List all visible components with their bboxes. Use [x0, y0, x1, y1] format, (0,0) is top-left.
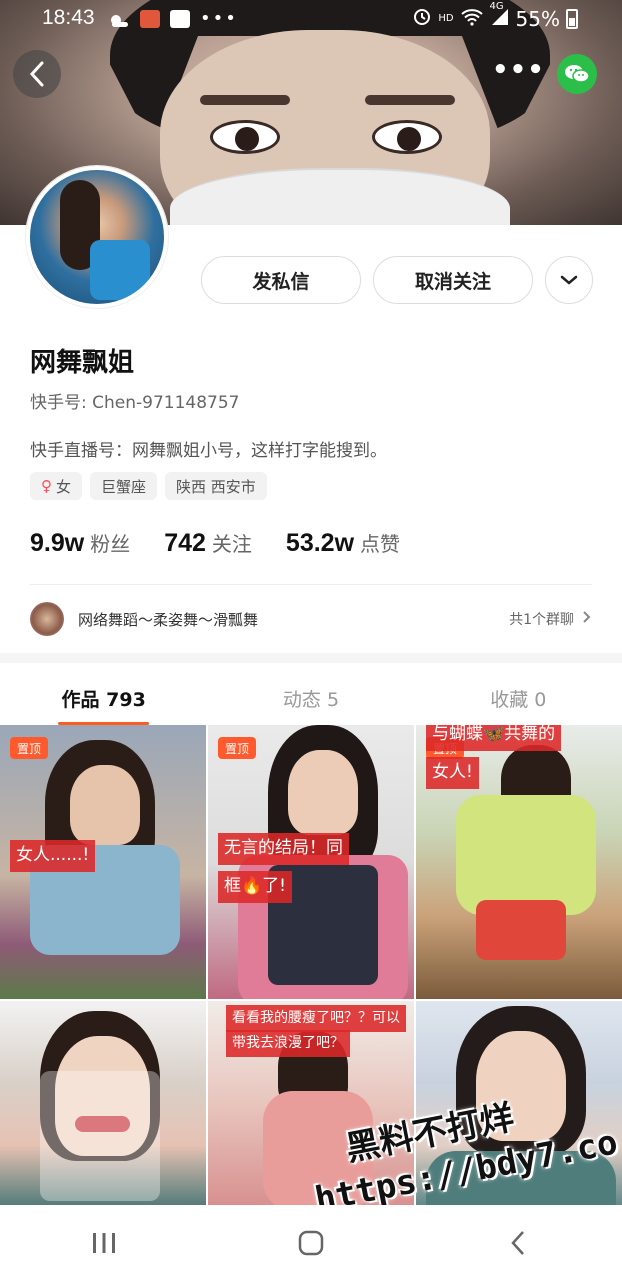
pinned-badge: 置顶	[10, 737, 49, 759]
system-back-button[interactable]	[488, 1218, 548, 1268]
status-time: 18:43	[42, 6, 95, 29]
status-bar: 18:43 ••• HD 4G 55%	[0, 0, 622, 38]
fans-count: 9.9w	[30, 529, 85, 557]
wifi-icon	[460, 7, 484, 31]
profile-tags: ♀ 女 巨蟹座 陕西 西安市	[30, 472, 267, 500]
profile-stats: 9.9w 粉丝 742 关注 53.2w 点赞	[30, 528, 400, 558]
tab-moments[interactable]: 动态 5	[207, 663, 414, 725]
section-divider	[0, 653, 622, 663]
gender-label: 女	[56, 477, 72, 496]
home-button[interactable]	[281, 1218, 341, 1268]
message-icon	[170, 9, 190, 28]
group-chat-row[interactable]: 网络舞蹈～柔姿舞～滑瓢舞 共1个群聊	[30, 600, 592, 638]
tab-works[interactable]: 作品 793	[0, 663, 207, 725]
group-title: 网络舞蹈～柔姿舞～滑瓢舞	[78, 610, 259, 629]
weather-icon	[108, 10, 130, 28]
hd-indicator: HD	[438, 13, 454, 24]
expand-recommendations-button[interactable]	[545, 256, 593, 304]
divider	[30, 584, 592, 585]
system-navigation-bar	[0, 1205, 622, 1280]
chevron-right-icon	[582, 610, 592, 628]
following-stat[interactable]: 742 关注	[164, 528, 252, 558]
video-thumbnail[interactable]: 置顶 与蝴蝶🦋共舞的 女人!	[416, 725, 622, 999]
video-caption-line2: 带我去浪漫了吧？	[226, 1030, 350, 1057]
alarm-icon	[412, 6, 432, 31]
more-options-button[interactable]: •••	[492, 57, 544, 88]
back-button[interactable]	[13, 50, 61, 98]
profile-name: 网舞飘姐	[30, 348, 135, 378]
video-caption-line1: 与蝴蝶🦋共舞的	[426, 725, 562, 751]
chevron-left-icon	[511, 1230, 525, 1255]
send-message-button[interactable]: 发私信	[201, 256, 361, 304]
video-caption: 女人......!	[10, 840, 96, 872]
wechat-icon	[565, 65, 590, 83]
profile-tabs: 作品 793 动态 5 收藏 0	[0, 663, 622, 725]
profile-bio: 快手直播号：网舞飘姐小号，这样打字能搜到。	[30, 441, 387, 461]
likes-count: 53.2w	[285, 529, 355, 557]
following-count: 742	[164, 529, 206, 557]
video-thumbnail[interactable]: 置顶 女人......!	[0, 725, 206, 999]
recent-apps-icon	[92, 1232, 115, 1253]
wechat-share-button[interactable]	[557, 54, 597, 94]
likes-stat: 53.2w 点赞	[286, 528, 400, 558]
group-avatar	[30, 602, 64, 636]
kuaishou-id: 快手号: Chen-971148757	[30, 393, 240, 413]
chevron-left-icon	[29, 61, 44, 87]
signal-icon: 4G	[490, 1, 510, 31]
group-count: 共1个群聊	[509, 612, 574, 628]
video-caption-line1: 无言的结局！同	[218, 833, 349, 865]
more-notifications-icon: •••	[200, 8, 238, 29]
location-tag: 陕西 西安市	[165, 472, 267, 500]
fans-stat[interactable]: 9.9w 粉丝	[30, 528, 130, 558]
following-label: 关注	[211, 532, 252, 556]
female-icon: ♀	[41, 477, 52, 495]
tab-favorites[interactable]: 收藏 0	[415, 663, 622, 725]
likes-label: 点赞	[360, 532, 401, 556]
battery-percent: 55%	[515, 6, 560, 31]
video-caption-line1: 看看我的腰瘦了吧？？可以	[226, 1005, 406, 1032]
home-icon	[298, 1230, 324, 1255]
zodiac-tag: 巨蟹座	[90, 472, 158, 500]
recent-apps-button[interactable]	[74, 1218, 134, 1268]
app-notification-icon	[140, 9, 160, 28]
video-thumbnail[interactable]	[0, 1001, 206, 1207]
chevron-down-icon	[560, 275, 578, 285]
video-caption-line2: 框🔥了!	[218, 871, 292, 903]
video-caption-line2: 女人!	[426, 757, 479, 789]
battery-icon	[566, 8, 578, 29]
avatar[interactable]	[26, 166, 168, 308]
video-thumbnail[interactable]: 置顶 无言的结局！同 框🔥了!	[208, 725, 414, 999]
pinned-badge: 置顶	[218, 737, 257, 759]
fans-label: 粉丝	[90, 532, 131, 556]
gender-tag: ♀ 女	[30, 472, 83, 500]
unfollow-button[interactable]: 取消关注	[373, 256, 533, 304]
